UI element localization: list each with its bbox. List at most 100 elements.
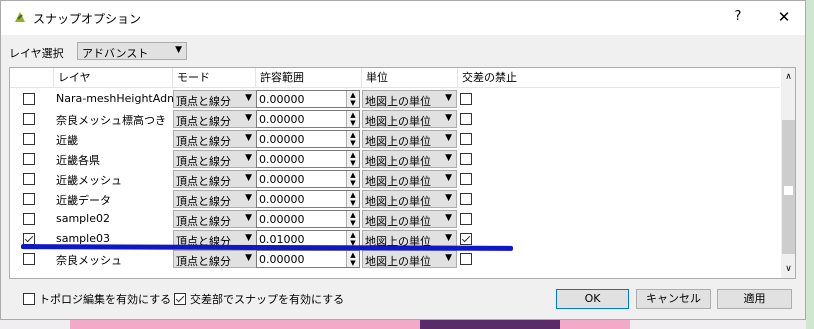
header-tolerance[interactable]: 許容範囲	[256, 68, 362, 87]
avoid-intersections-checkbox[interactable]	[460, 213, 472, 225]
table-row: Nara-meshHeightAdm 頂点と線分 ▼ 0.00000 ▲ ▼ 地図上の単位 ▼	[10, 89, 780, 109]
unit-value: 地図上の単位	[365, 215, 431, 228]
scroll-up-icon[interactable]: ∧	[781, 72, 795, 84]
tolerance-value: 0.00000	[259, 93, 305, 106]
unit-value: 地図上の単位	[365, 255, 431, 268]
tolerance-spinbox[interactable]: 0.00000 ▲ ▼	[256, 250, 360, 268]
avoid-intersections-checkbox[interactable]	[460, 153, 472, 165]
ok-button[interactable]: OK	[556, 289, 629, 309]
layer-enable-checkbox[interactable]	[23, 193, 35, 205]
layer-enable-checkbox[interactable]	[23, 153, 35, 165]
unit-dropdown[interactable]: 地図上の単位 ▼	[362, 110, 457, 128]
unit-value: 地図上の単位	[365, 95, 431, 108]
header-unit[interactable]: 単位	[362, 68, 458, 87]
unit-dropdown[interactable]: 地図上の単位 ▼	[362, 150, 457, 168]
mode-dropdown[interactable]: 頂点と線分 ▼	[173, 250, 257, 268]
unit-dropdown[interactable]: 地図上の単位 ▼	[362, 90, 457, 108]
intersection-snap-checkbox[interactable]	[174, 293, 186, 305]
spin-arrows-icon[interactable]: ▲ ▼	[346, 251, 359, 267]
layer-enable-checkbox[interactable]	[23, 253, 35, 265]
title-bar: スナップオプション ? ✕	[1, 1, 805, 35]
unit-dropdown[interactable]: 地図上の単位 ▼	[362, 210, 457, 228]
tolerance-spinbox[interactable]: 0.00000 ▲ ▼	[256, 210, 360, 228]
header-checkbox-column	[10, 68, 54, 87]
layer-enable-checkbox[interactable]	[23, 93, 35, 105]
tolerance-spinbox[interactable]: 0.00000 ▲ ▼	[256, 150, 360, 168]
chevron-down-icon: ▼	[245, 193, 252, 203]
tolerance-value: 0.00000	[259, 153, 305, 166]
chevron-down-icon: ▼	[245, 153, 252, 163]
qgis-app-icon	[15, 12, 25, 22]
spin-arrows-icon[interactable]: ▲ ▼	[346, 91, 359, 107]
tolerance-spinbox[interactable]: 0.00000 ▲ ▼	[256, 170, 360, 188]
mode-dropdown[interactable]: 頂点と線分 ▼	[173, 130, 257, 148]
avoid-intersections-checkbox[interactable]	[460, 133, 472, 145]
tolerance-spinbox[interactable]: 0.00000 ▲ ▼	[256, 110, 360, 128]
spin-arrows-icon[interactable]: ▲ ▼	[346, 211, 359, 227]
tolerance-spinbox[interactable]: 0.00000 ▲ ▼	[256, 90, 360, 108]
unit-dropdown[interactable]: 地図上の単位 ▼	[362, 130, 457, 148]
table-row: 近畿データ 頂点と線分 ▼ 0.00000 ▲ ▼ 地図上の単位 ▼	[10, 189, 780, 209]
avoid-intersections-checkbox[interactable]	[460, 173, 472, 185]
tolerance-value: 0.00000	[259, 173, 305, 186]
avoid-intersections-checkbox[interactable]	[460, 193, 472, 205]
mode-dropdown[interactable]: 頂点と線分 ▼	[173, 190, 257, 208]
intersection-snap-label: 交差部でスナップを有効にする	[190, 293, 345, 306]
layer-selection-label: レイヤ選択	[9, 47, 64, 60]
tolerance-spinbox[interactable]: 0.00000 ▲ ▼	[256, 190, 360, 208]
mode-value: 頂点と線分	[176, 175, 231, 188]
table-row: sample02 頂点と線分 ▼ 0.00000 ▲ ▼ 地図上の単位 ▼	[10, 209, 780, 229]
spin-arrows-icon[interactable]: ▲ ▼	[346, 131, 359, 147]
avoid-intersections-checkbox[interactable]	[460, 233, 472, 245]
avoid-intersections-checkbox[interactable]	[460, 93, 472, 105]
scroll-down-icon[interactable]: ∨	[781, 264, 795, 276]
header-mode[interactable]: モード	[173, 68, 256, 87]
layer-enable-checkbox[interactable]	[23, 113, 35, 125]
dialog-title: スナップオプション	[33, 12, 142, 26]
chevron-down-icon: ▼	[445, 213, 452, 223]
header-divider	[10, 87, 780, 88]
mode-dropdown[interactable]: 頂点と線分 ▼	[173, 90, 257, 108]
mode-value: 頂点と線分	[176, 115, 231, 128]
tolerance-value: 0.00000	[259, 253, 305, 266]
topology-checkbox[interactable]	[23, 293, 35, 305]
apply-button[interactable]: 適用	[717, 289, 792, 309]
unit-dropdown[interactable]: 地図上の単位 ▼	[362, 170, 457, 188]
layer-enable-checkbox[interactable]	[23, 213, 35, 225]
mode-value: 頂点と線分	[176, 215, 231, 228]
table-row: 近畿各県 頂点と線分 ▼ 0.00000 ▲ ▼ 地図上の単位 ▼	[10, 149, 780, 169]
mode-dropdown[interactable]: 頂点と線分 ▼	[173, 110, 257, 128]
spin-arrows-icon[interactable]: ▲ ▼	[346, 171, 359, 187]
layer-enable-checkbox[interactable]	[23, 173, 35, 185]
header-avoid-intersections[interactable]: 交差の禁止	[458, 68, 780, 87]
vertical-scrollbar[interactable]: ∧ ∨	[781, 68, 795, 278]
layer-selection-dropdown[interactable]: アドバンスト ▼	[77, 42, 187, 60]
unit-dropdown[interactable]: 地図上の単位 ▼	[362, 190, 457, 208]
help-button[interactable]: ?	[725, 7, 751, 27]
chevron-down-icon: ▼	[245, 173, 252, 183]
layer-enable-checkbox[interactable]	[23, 133, 35, 145]
chevron-down-icon: ▼	[445, 93, 452, 103]
spin-arrows-icon[interactable]: ▲ ▼	[346, 111, 359, 127]
header-layer[interactable]: レイヤ	[54, 68, 173, 87]
table-row: 奈良メッシュ 頂点と線分 ▼ 0.00000 ▲ ▼ 地図上の単位 ▼	[10, 249, 780, 269]
chevron-down-icon: ▼	[245, 233, 252, 243]
mode-value: 頂点と線分	[176, 195, 231, 208]
map-edge	[806, 0, 814, 329]
spin-arrows-icon[interactable]: ▲ ▼	[346, 191, 359, 207]
mode-dropdown[interactable]: 頂点と線分 ▼	[173, 210, 257, 228]
topology-label: トポロジ編集を有効にする	[39, 293, 172, 306]
avoid-intersections-checkbox[interactable]	[460, 113, 472, 125]
spin-arrows-icon[interactable]: ▲ ▼	[346, 151, 359, 167]
cancel-button[interactable]: キャンセル	[636, 289, 711, 309]
table-row: 奈良メッシュ標高つき 頂点と線分 ▼ 0.00000 ▲ ▼ 地図上の単位 ▼	[10, 109, 780, 129]
unit-dropdown[interactable]: 地図上の単位 ▼	[362, 250, 457, 268]
unit-value: 地図上の単位	[365, 195, 431, 208]
tolerance-spinbox[interactable]: 0.00000 ▲ ▼	[256, 130, 360, 148]
close-button[interactable]: ✕	[771, 7, 797, 27]
mode-value: 頂点と線分	[176, 135, 231, 148]
mode-dropdown[interactable]: 頂点と線分 ▼	[173, 150, 257, 168]
unit-value: 地図上の単位	[365, 115, 431, 128]
mode-dropdown[interactable]: 頂点と線分 ▼	[173, 170, 257, 188]
avoid-intersections-checkbox[interactable]	[460, 253, 472, 265]
